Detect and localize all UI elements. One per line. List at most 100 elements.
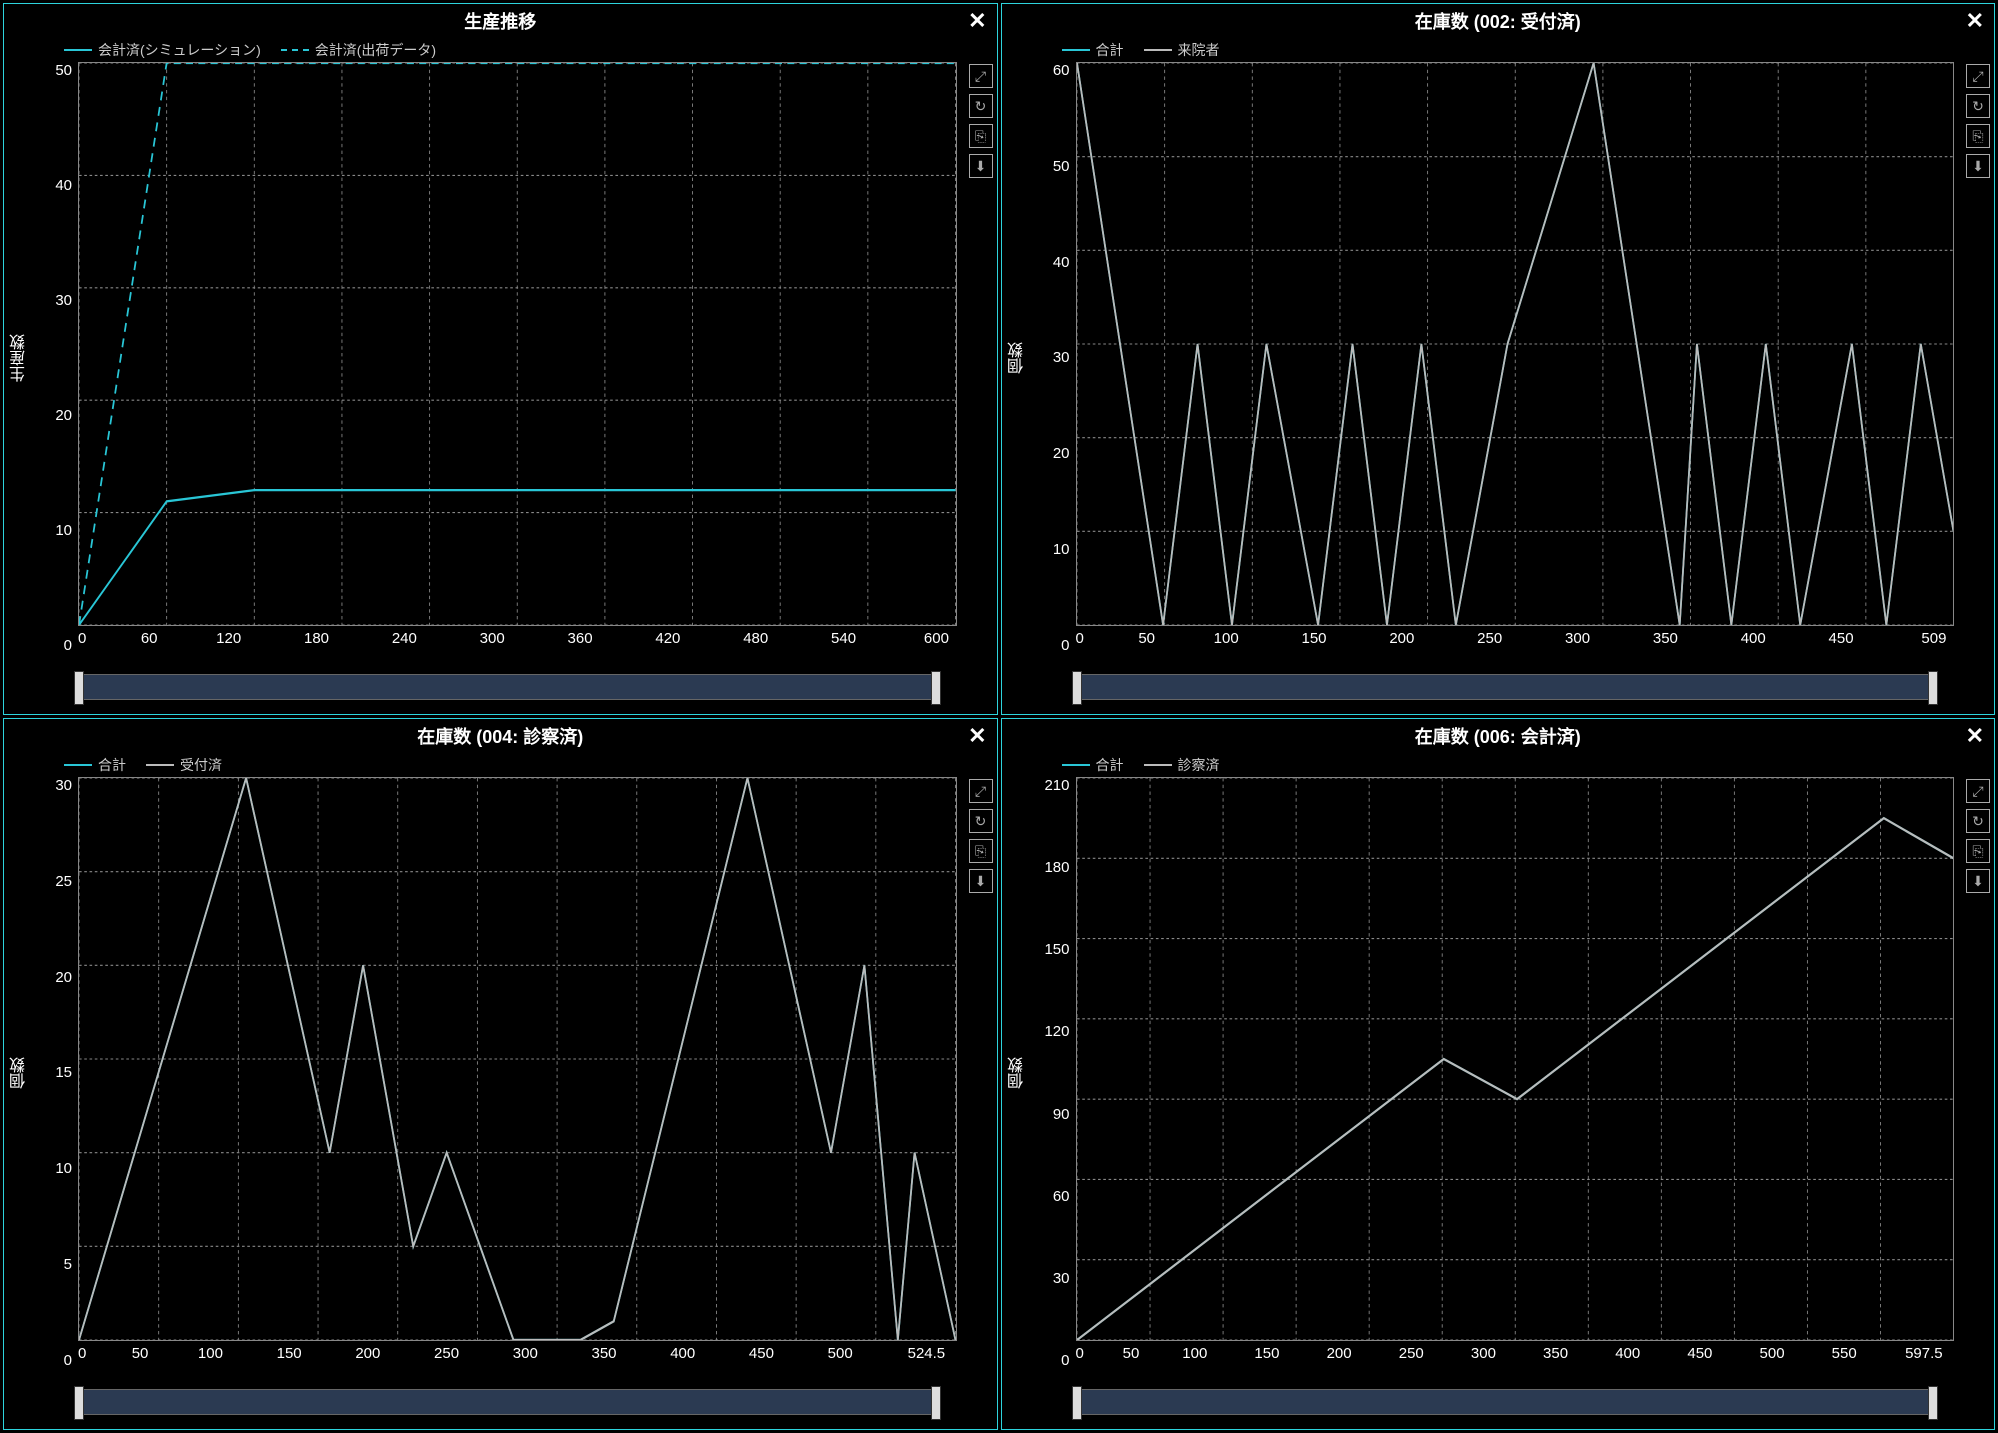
y-tick: 20 — [32, 407, 72, 424]
x-tick: 500 — [1760, 1345, 1785, 1369]
series-line — [1077, 818, 1954, 1340]
copy-icon[interactable]: ⎘ — [1966, 124, 1990, 148]
slider-handle-left[interactable] — [74, 1386, 84, 1420]
slider-handle-right[interactable] — [1928, 1386, 1938, 1420]
y-tick: 0 — [1030, 637, 1070, 654]
panel-title: 在庫数 (004: 診察済) — [417, 723, 583, 749]
range-slider[interactable] — [78, 674, 937, 700]
chart-panel-2: 在庫数 (004: 診察済)✕合計受付済個数302520151050050100… — [3, 718, 998, 1430]
copy-icon[interactable]: ⎘ — [969, 124, 993, 148]
x-tick: 350 — [1653, 630, 1678, 654]
download-icon[interactable]: ⬇ — [1966, 154, 1990, 178]
range-slider[interactable] — [1076, 674, 1935, 700]
x-tick: 450 — [1829, 630, 1854, 654]
legend: 会計済(シミュレーション) 会計済(出荷データ) — [4, 38, 997, 62]
x-tick: 0 — [78, 630, 86, 654]
x-tick: 400 — [670, 1345, 695, 1369]
legend-label: 合計 — [1096, 755, 1124, 775]
close-icon[interactable]: ✕ — [968, 725, 986, 747]
y-axis-ticks: 302520151050 — [28, 777, 78, 1369]
expand-icon[interactable]: ⤢ — [969, 779, 993, 803]
panel-title: 在庫数 (006: 会計済) — [1415, 723, 1581, 749]
refresh-icon[interactable]: ↻ — [1966, 94, 1990, 118]
x-tick: 300 — [480, 630, 505, 654]
slider-handle-left[interactable] — [1072, 671, 1082, 705]
x-tick: 550 — [1832, 1345, 1857, 1369]
download-icon[interactable]: ⬇ — [969, 869, 993, 893]
x-tick: 0 — [78, 1345, 86, 1369]
download-icon[interactable]: ⬇ — [969, 154, 993, 178]
range-slider[interactable] — [78, 1389, 937, 1415]
legend-swatch — [146, 764, 174, 766]
x-tick: 540 — [831, 630, 856, 654]
chart-toolbar: ⤢ ↻ ⎘ ⬇ — [969, 779, 993, 893]
legend-swatch — [64, 49, 92, 51]
plot-area[interactable] — [1076, 777, 1955, 1341]
copy-icon[interactable]: ⎘ — [969, 839, 993, 863]
copy-icon[interactable]: ⎘ — [1966, 839, 1990, 863]
y-axis-ticks: 50403020100 — [28, 62, 78, 654]
legend-swatch — [1144, 764, 1172, 766]
legend-swatch — [1062, 49, 1090, 51]
plot-area[interactable] — [1076, 62, 1955, 626]
x-tick: 450 — [1687, 1345, 1712, 1369]
legend-item[interactable]: 合計 — [64, 755, 126, 775]
y-tick: 10 — [1030, 541, 1070, 558]
download-icon[interactable]: ⬇ — [1966, 869, 1990, 893]
legend-item[interactable]: 合計 — [1062, 755, 1124, 775]
close-icon[interactable]: ✕ — [1966, 10, 1984, 32]
y-tick: 180 — [1030, 859, 1070, 876]
x-tick: 100 — [1214, 630, 1239, 654]
x-tick: 250 — [1477, 630, 1502, 654]
slider-handle-left[interactable] — [1072, 1386, 1082, 1420]
legend-label: 診察済 — [1178, 755, 1220, 775]
x-tick: 200 — [1389, 630, 1414, 654]
plot-area[interactable] — [78, 777, 957, 1341]
legend-label: 合計 — [98, 755, 126, 775]
legend-item[interactable]: 診察済 — [1144, 755, 1220, 775]
refresh-icon[interactable]: ↻ — [969, 94, 993, 118]
y-tick: 90 — [1030, 1106, 1070, 1123]
x-tick: 300 — [513, 1345, 538, 1369]
expand-icon[interactable]: ⤢ — [969, 64, 993, 88]
y-tick: 25 — [32, 873, 72, 890]
y-axis-ticks: 2101801501209060300 — [1026, 777, 1076, 1369]
slider-handle-right[interactable] — [931, 1386, 941, 1420]
chart-toolbar: ⤢ ↻ ⎘ ⬇ — [1966, 64, 1990, 178]
x-tick: 250 — [434, 1345, 459, 1369]
expand-icon[interactable]: ⤢ — [1966, 779, 1990, 803]
legend: 合計 診察済 — [1002, 753, 1995, 777]
chart-toolbar: ⤢ ↻ ⎘ ⬇ — [969, 64, 993, 178]
panel-header: 在庫数 (006: 会計済) ✕ — [1002, 719, 1995, 753]
slider-handle-right[interactable] — [1928, 671, 1938, 705]
refresh-icon[interactable]: ↻ — [969, 809, 993, 833]
legend-swatch — [281, 49, 309, 51]
legend-item[interactable]: 来院者 — [1144, 40, 1220, 60]
x-tick: 240 — [392, 630, 417, 654]
x-tick: 100 — [1182, 1345, 1207, 1369]
slider-handle-right[interactable] — [931, 671, 941, 705]
chart-panel-3: 在庫数 (006: 会計済) ✕ 合計 診察済個数210180150120906030… — [1001, 718, 1996, 1430]
y-axis-label: 生産数 — [4, 62, 28, 654]
close-icon[interactable]: ✕ — [968, 10, 986, 32]
plot-area[interactable] — [78, 62, 957, 626]
y-axis-label: 個数 — [1002, 777, 1026, 1369]
legend-item[interactable]: 会計済(出荷データ) — [281, 40, 436, 60]
x-tick: 60 — [141, 630, 158, 654]
x-tick: 400 — [1741, 630, 1766, 654]
x-tick: 150 — [1301, 630, 1326, 654]
panel-header: 生産推移✕ — [4, 4, 997, 38]
x-tick: 500 — [828, 1345, 853, 1369]
x-tick: 300 — [1471, 1345, 1496, 1369]
legend-item[interactable]: 受付済 — [146, 755, 222, 775]
slider-handle-left[interactable] — [74, 671, 84, 705]
legend-item[interactable]: 会計済(シミュレーション) — [64, 40, 261, 60]
expand-icon[interactable]: ⤢ — [1966, 64, 1990, 88]
range-slider[interactable] — [1076, 1389, 1935, 1415]
x-tick: 250 — [1399, 1345, 1424, 1369]
close-icon[interactable]: ✕ — [1966, 725, 1984, 747]
x-tick: 180 — [304, 630, 329, 654]
refresh-icon[interactable]: ↻ — [1966, 809, 1990, 833]
legend-item[interactable]: 合計 — [1062, 40, 1124, 60]
y-tick: 0 — [32, 1352, 72, 1369]
